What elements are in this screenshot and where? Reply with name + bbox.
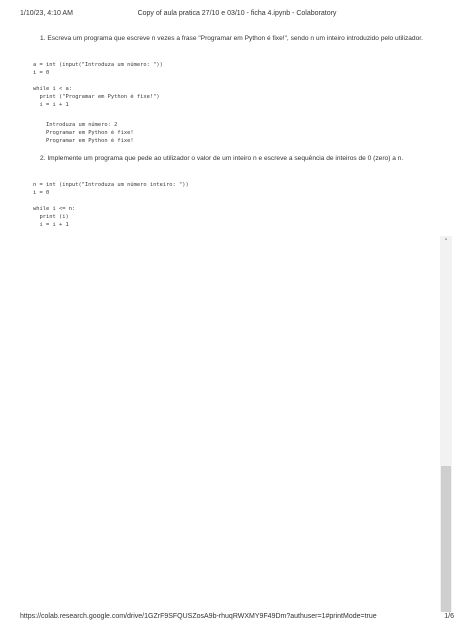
exercise-2-instruction: 2. Implemente um programa que pede ao ut… — [40, 155, 404, 162]
code-line: print ("Programar em Python é fixe!") — [33, 94, 160, 100]
footer-url: https://colab.research.google.com/drive/… — [20, 613, 377, 620]
code-line: i = i + 1 — [33, 222, 69, 228]
output-line: Introduza um número: 2 — [46, 122, 118, 128]
page-title: Copy of aula pratica 27/10 e 03/10 - fic… — [137, 10, 337, 17]
exercise-1-instruction: 1. Escreva um programa que escreve n vez… — [40, 35, 423, 42]
output-line: Programar em Python é fixe! — [46, 138, 134, 144]
code-line: print (i) — [33, 214, 69, 220]
code-line: n = int (input("Introduza um número inte… — [33, 182, 189, 188]
code-line: while i < a: — [33, 86, 72, 92]
scrollbar-thumb[interactable] — [441, 466, 451, 612]
code-line: a = int (input("Introduza um número: ")) — [33, 62, 163, 68]
scroll-up-arrow-icon[interactable]: ˄ — [440, 236, 452, 248]
code-line: i = 0 — [33, 70, 50, 76]
code-line: i = i + 1 — [33, 102, 69, 108]
code-line: while i <= n: — [33, 206, 76, 212]
code-line: i = 0 — [33, 190, 50, 196]
page-number: 1/6 — [444, 613, 454, 620]
output-line: Programar em Python é fixe! — [46, 130, 134, 136]
